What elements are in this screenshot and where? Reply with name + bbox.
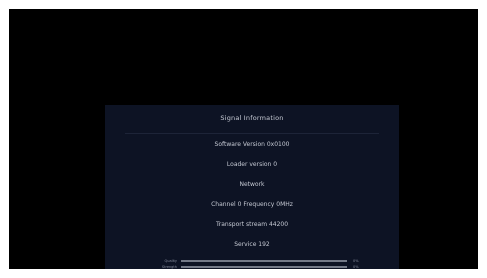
service-text: Service 192: [234, 241, 270, 248]
strength-meter: [181, 266, 347, 268]
quality-value: 0%: [353, 259, 359, 263]
quality-label: Quality: [164, 259, 177, 263]
strength-label: Strength: [161, 265, 177, 269]
title-divider: [125, 133, 379, 134]
network-text: Network: [239, 181, 265, 188]
software-version-text: Software Version 0x0100: [214, 141, 290, 148]
signal-information-panel: Signal Information Software Version 0x01…: [105, 105, 399, 269]
panel-title: Signal Information: [220, 114, 284, 122]
transport-stream-text: Transport stream 44200: [215, 221, 289, 228]
tv-screen: Signal Information Software Version 0x01…: [9, 9, 478, 269]
loader-version-text: Loader version 0: [226, 161, 278, 168]
channel-frequency-text: Channel 0 Frequency 0MHz: [211, 201, 293, 208]
quality-meter: [181, 260, 347, 262]
strength-value: 0%: [353, 265, 359, 269]
